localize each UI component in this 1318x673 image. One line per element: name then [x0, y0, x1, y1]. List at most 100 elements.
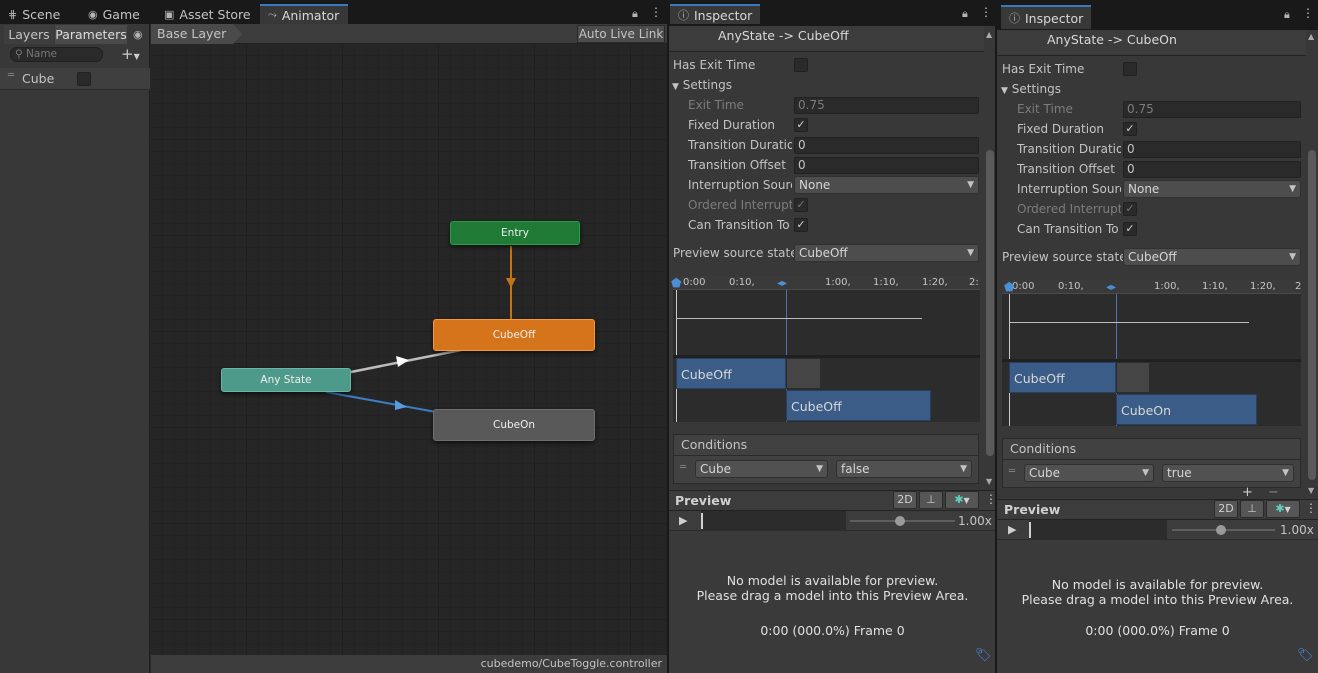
tab-layers[interactable]: Layers [4, 25, 54, 44]
i1-no-model-line1: No model is available for preview. [726, 573, 939, 588]
i2-2d-button[interactable]: 2D [1214, 500, 1238, 518]
foldout-arrow-icon: ▼ [1001, 86, 1008, 96]
i2-remove-condition-button[interactable]: − [1268, 485, 1279, 500]
add-parameter-button[interactable]: +▼ [121, 45, 140, 63]
tab-scene[interactable]: ⋕ Scene [0, 4, 68, 24]
drag-handle-icon[interactable]: ═ [8, 70, 14, 81]
i1-exit-time-label: Exit Time [688, 98, 744, 112]
i2-preview-source-label: Preview source state [1002, 250, 1127, 264]
tab-asset-store[interactable]: ▣ Asset Store [156, 4, 259, 24]
i2-cond-drag-icon[interactable]: ═ [1009, 466, 1015, 477]
i2-pivot-button[interactable]: ⊥ [1240, 500, 1264, 518]
i2-source-clip-bar[interactable]: CubeOff [1009, 362, 1116, 393]
i2-exit-time-field: 0.75 [1123, 101, 1301, 118]
i2-ordered-interruption-label: Ordered Interruption [1017, 202, 1121, 216]
i2-tag-icon[interactable]: 🏷︎ [1297, 648, 1314, 663]
i1-can-transition-label: Can Transition To Self [688, 218, 792, 232]
inspector2-title: AnyState -> CubeOn [1047, 32, 1177, 47]
param-bool-checkbox[interactable] [77, 72, 91, 86]
i1-preview-source-dropdown[interactable]: CubeOff ▼ [794, 244, 979, 262]
tab-game[interactable]: ◉ Game [80, 4, 148, 24]
tab-scene-label: Scene [22, 6, 61, 22]
lock-icon[interactable]: 🔒︎ [632, 7, 638, 21]
state-node-cubeon[interactable]: CubeOn [433, 409, 595, 441]
i2-transition-duration-field[interactable]: 0 [1123, 141, 1301, 158]
i2-can-transition-checkbox[interactable]: ✓ [1123, 222, 1137, 236]
dropdown-caret-icon: ▼ [816, 464, 823, 474]
inspector2-tab[interactable]: ⓘ Inspector [1001, 5, 1091, 29]
i2-scroll-up-icon[interactable]: ▲ [1308, 32, 1314, 41]
i1-transition-duration-field[interactable]: 0 [794, 137, 979, 154]
inspector1-menu-icon[interactable]: ⋮ [980, 5, 992, 19]
i1-cond-param-dropdown[interactable]: Cube ▼ [695, 460, 828, 478]
i2-dest-clip-bar[interactable]: CubeOn [1116, 394, 1257, 425]
i1-2d-button[interactable]: 2D [893, 491, 917, 509]
inspector2-menu-icon[interactable]: ⋮ [1302, 6, 1314, 20]
i2-avatar-button[interactable]: ✱▼ [1266, 500, 1300, 518]
i1-play-icon[interactable]: ▶ [679, 514, 687, 527]
i1-has-exit-time-checkbox[interactable] [794, 58, 808, 72]
state-node-entry[interactable]: Entry [450, 221, 580, 245]
i2-scrub-bar[interactable] [1029, 520, 1167, 540]
i2-transition-marker-icon[interactable]: ◂▸ [1106, 282, 1116, 293]
i1-preview-label: Preview [675, 493, 732, 508]
i1-pivot-button[interactable]: ⊥ [919, 491, 943, 509]
state-node-any-state[interactable]: Any State [221, 368, 351, 392]
i2-add-condition-button[interactable]: + [1242, 485, 1253, 500]
i1-scrollbar[interactable] [986, 150, 994, 456]
i2-interruption-source-dropdown[interactable]: None ▼ [1123, 180, 1301, 198]
more-menu-icon[interactable]: ⋮ [650, 5, 662, 19]
i1-scrub-bar[interactable] [701, 511, 846, 531]
i1-avatar-button[interactable]: ✱▼ [945, 491, 979, 509]
inspector1-lock-icon[interactable]: 🔒︎ [962, 7, 968, 21]
i1-transition-offset-field[interactable]: 0 [794, 157, 979, 174]
i1-ordered-interruption-label: Ordered Interruption [688, 198, 792, 212]
i2-settings-foldout[interactable]: ▼ Settings [1001, 82, 1061, 96]
inspector1-tab-label: Inspector [694, 7, 753, 23]
i1-can-transition-checkbox[interactable]: ✓ [794, 218, 808, 232]
inspector1-tab[interactable]: ⓘ Inspector [670, 4, 760, 24]
i1-cond-drag-icon[interactable]: ═ [680, 462, 686, 473]
tab-asset-store-label: Asset Store [179, 6, 251, 22]
i1-cond-value-dropdown[interactable]: false ▼ [836, 460, 972, 478]
i1-speed-slider-thumb[interactable] [895, 516, 905, 526]
tab-animator[interactable]: ⤳ Animator [260, 4, 348, 24]
anystate-to-cubeon-arrowhead [395, 400, 407, 410]
i1-scroll-up-icon[interactable]: ▲ [986, 30, 992, 39]
anystate-to-cubeon-line[interactable] [325, 391, 437, 413]
dock-separator-left[interactable] [667, 0, 669, 673]
i1-tag-icon[interactable]: 🏷︎ [975, 648, 992, 663]
i2-speed-slider-thumb[interactable] [1216, 525, 1226, 535]
i2-fixed-duration-checkbox[interactable]: ✓ [1123, 122, 1137, 136]
i1-transition-duration-label: Transition Duration [688, 138, 792, 152]
i1-settings-foldout[interactable]: ▼ Settings [672, 78, 732, 92]
dock-separator-right[interactable] [995, 0, 997, 673]
i2-preview-source-dropdown[interactable]: CubeOff ▼ [1123, 248, 1301, 266]
auto-live-link-button[interactable]: Auto Live Link [577, 25, 665, 43]
param-search-input[interactable]: ⚲ Name [10, 47, 103, 62]
i1-dest-clip-bar[interactable]: CubeOff [786, 390, 931, 421]
i1-scroll-down-icon[interactable]: ▼ [986, 477, 992, 486]
i1-playhead-marker-icon[interactable]: ⬟ [671, 276, 681, 290]
state-node-cubeoff[interactable]: CubeOff [433, 319, 595, 351]
i1-transition-marker-icon[interactable]: ◂▸ [777, 278, 787, 289]
i1-fixed-duration-checkbox[interactable]: ✓ [794, 118, 808, 132]
i2-cond-value-dropdown[interactable]: true ▼ [1162, 464, 1294, 482]
i2-scrollbar[interactable] [1308, 150, 1316, 480]
i1-interruption-source-dropdown[interactable]: None ▼ [794, 176, 979, 194]
tab-parameters[interactable]: Parameters [55, 25, 127, 44]
i2-transition-offset-field[interactable]: 0 [1123, 161, 1301, 178]
eye-icon[interactable]: ◉ [133, 28, 143, 41]
i2-preview-label: Preview [1004, 502, 1061, 517]
i2-has-exit-time-checkbox[interactable] [1123, 62, 1137, 76]
i2-play-icon[interactable]: ▶ [1008, 523, 1016, 536]
inspector2-lock-icon[interactable]: 🔒︎ [1284, 8, 1290, 22]
i2-playhead-marker-icon[interactable]: ⬟ [1004, 280, 1014, 294]
i2-preview-menu-icon[interactable]: ⋮ [1305, 501, 1317, 515]
i1-source-clip-bar[interactable]: CubeOff [676, 358, 786, 389]
i2-scroll-down-icon[interactable]: ▼ [1308, 486, 1314, 495]
i2-tick-4: 1:20, [1250, 281, 1276, 292]
dropdown-caret-icon: ▼ [967, 248, 974, 258]
breadcrumb[interactable]: Base Layer [151, 24, 243, 44]
i2-cond-param-dropdown[interactable]: Cube ▼ [1024, 464, 1154, 482]
